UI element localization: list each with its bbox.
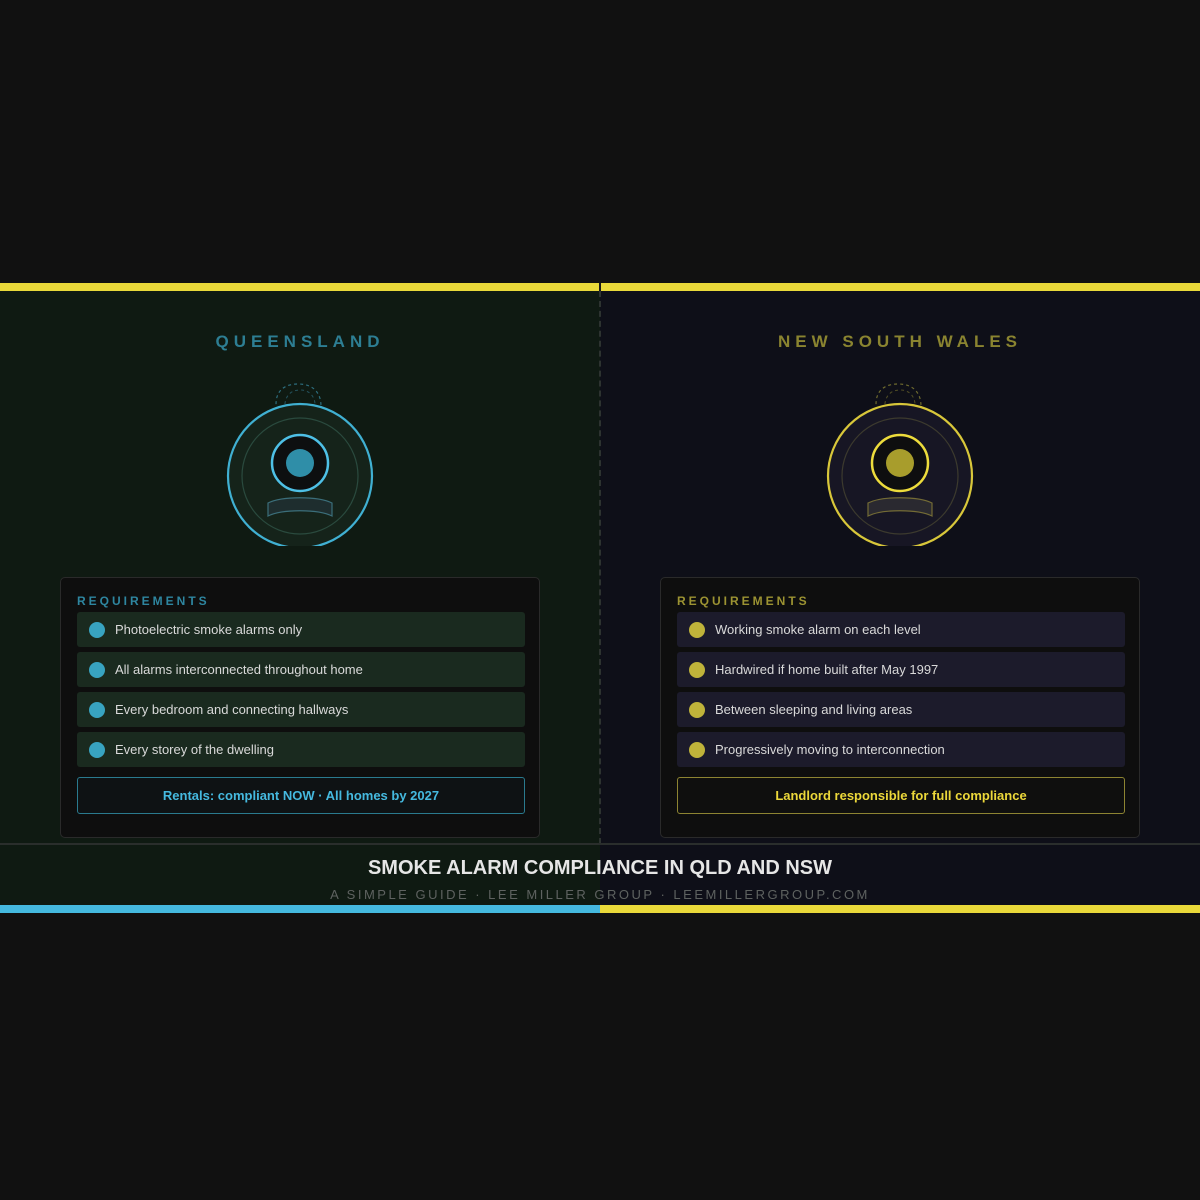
nsw-requirement-text: Between sleeping and living areas	[715, 702, 913, 717]
nsw-requirement-text: Hardwired if home built after May 1997	[715, 662, 939, 677]
qld-requirements-card: REQUIREMENTS Photoelectric smoke alarms …	[60, 577, 540, 838]
nsw-requirements-heading: REQUIREMENTS	[677, 594, 810, 608]
nsw-requirement-item: Progressively moving to interconnection	[677, 732, 1125, 767]
nsw-requirement-text: Progressively moving to interconnection	[715, 742, 945, 757]
dot-icon	[89, 701, 105, 718]
dot-icon	[89, 741, 105, 758]
dot-icon	[689, 661, 705, 678]
nsw-bottom-bar	[600, 905, 1200, 913]
qld-panel: QUEENSLAND REQUIREMENTS Photoelectric sm…	[0, 291, 600, 905]
nsw-title: NEW SOUTH WALES	[777, 332, 1023, 351]
qld-requirement-item: All alarms interconnected throughout hom…	[77, 652, 525, 687]
top-accent-bar	[0, 283, 1200, 291]
qld-title: QUEENSLAND	[215, 332, 385, 351]
smoke-alarm-icon	[826, 383, 974, 546]
qld-requirement-text: Photoelectric smoke alarms only	[115, 622, 303, 637]
center-divider	[599, 291, 601, 844]
nsw-requirement-text: Working smoke alarm on each level	[715, 622, 921, 637]
dot-icon	[89, 661, 105, 678]
qld-bottom-bar	[0, 905, 600, 913]
dot-icon	[689, 701, 705, 718]
dot-icon	[689, 621, 705, 638]
nsw-requirement-item: Working smoke alarm on each level	[677, 612, 1125, 647]
qld-requirement-text: Every storey of the dwelling	[115, 742, 274, 757]
smoke-alarm-icon	[226, 383, 374, 546]
qld-requirement-text: Every bedroom and connecting hallways	[115, 702, 349, 717]
qld-requirement-text: All alarms interconnected throughout hom…	[115, 662, 363, 677]
footer-subtitle: A SIMPLE GUIDE · LEE MILLER GROUP · LEEM…	[330, 887, 870, 902]
qld-callout: Rentals: compliant NOW · All homes by 20…	[77, 777, 525, 814]
nsw-panel: NEW SOUTH WALES REQUIREMENTS Working smo…	[600, 291, 1200, 905]
footer-title: SMOKE ALARM COMPLIANCE IN QLD AND NSW	[367, 857, 833, 879]
qld-requirement-item: Every bedroom and connecting hallways	[77, 692, 525, 727]
nsw-requirements-card: REQUIREMENTS Working smoke alarm on each…	[660, 577, 1140, 838]
qld-requirement-item: Photoelectric smoke alarms only	[77, 612, 525, 647]
nsw-requirement-item: Between sleeping and living areas	[677, 692, 1125, 727]
top-bar-notch	[599, 283, 601, 291]
dot-icon	[89, 621, 105, 638]
nsw-callout: Landlord responsible for full compliance	[677, 777, 1125, 814]
infographic: QUEENSLAND REQUIREMENTS Photoelectric sm…	[0, 283, 1200, 913]
canvas: QUEENSLAND REQUIREMENTS Photoelectric sm…	[0, 0, 1200, 1200]
footer-divider	[0, 843, 1200, 845]
nsw-requirement-item: Hardwired if home built after May 1997	[677, 652, 1125, 687]
qld-requirement-item: Every storey of the dwelling	[77, 732, 525, 767]
dot-icon	[689, 741, 705, 758]
qld-requirements-heading: REQUIREMENTS	[77, 594, 210, 608]
